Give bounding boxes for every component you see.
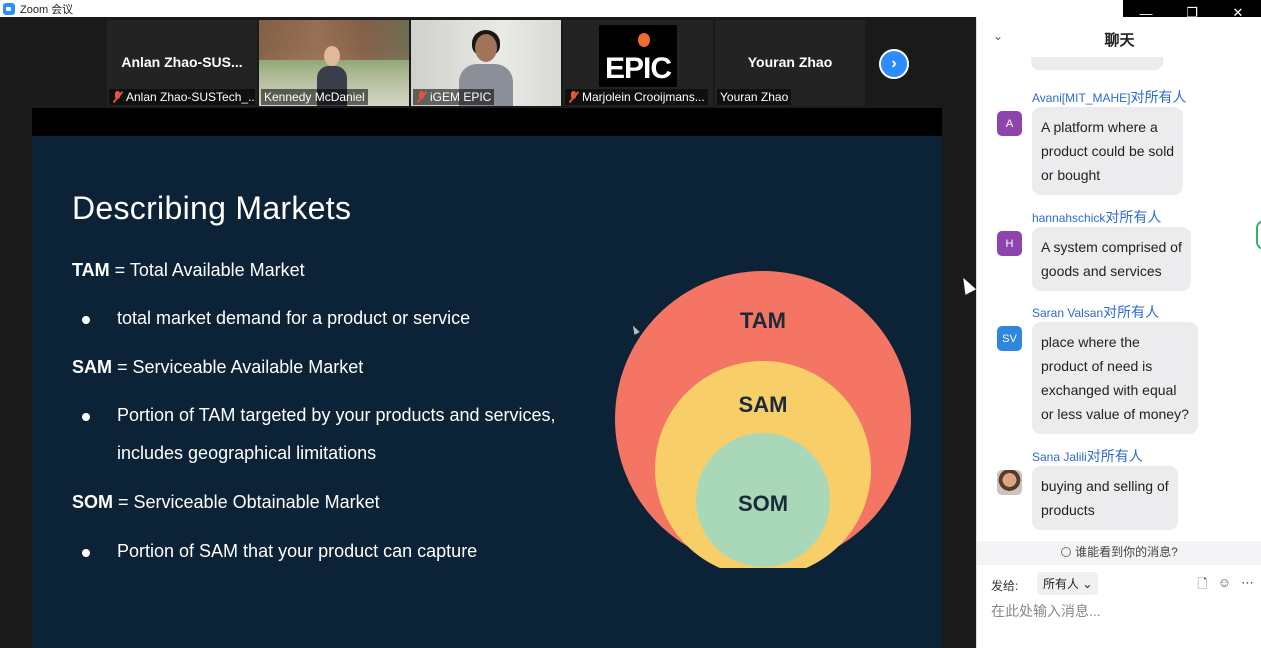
participant-big-name: Youran Zhao [747, 54, 833, 70]
send-to-label: 发给: [991, 579, 1019, 593]
more-icon[interactable]: ⋯ [1241, 575, 1254, 597]
window-titlebar: Zoom 会议 [0, 0, 1261, 17]
chat-header: ⌄ 聊天 [977, 17, 1261, 57]
message-bubble: buying and selling of products [1032, 466, 1178, 530]
slide-title: Describing Markets [72, 190, 352, 226]
who-can-see-link[interactable]: 谁能看到你的消息? [977, 541, 1261, 565]
next-participants-button[interactable]: › [879, 49, 909, 79]
participant-name: Marjolein Crooijmans... [582, 90, 705, 104]
sam-bullet-line-2: includes geographical limitations [117, 443, 377, 463]
zoom-app-icon [3, 2, 15, 15]
emoji-icon[interactable]: ☺ [1218, 575, 1231, 597]
file-icon[interactable]: 🗋 [1197, 575, 1207, 597]
avatar: SV [997, 326, 1022, 351]
floating-edge-tab[interactable] [1256, 220, 1261, 250]
mic-muted-icon [416, 91, 427, 103]
epic-logo: EPIC [599, 25, 677, 87]
chat-message-input[interactable]: 在此处输入消息... [991, 601, 1251, 621]
message-sender: Sana Jalili对所有人 [1032, 448, 1143, 464]
participant-name: Youran Zhao [720, 90, 789, 104]
avatar: A [997, 111, 1022, 136]
lightbulb-icon [638, 33, 650, 47]
som-bullet: Portion of SAM that your product can cap… [117, 541, 478, 561]
bullet-dot [82, 413, 90, 421]
chat-compose: 发给: 所有人 ⌄ 🗋 ☺ ⋯ 在此处输入消息... [977, 565, 1261, 648]
meeting-video-area: Anlan Zhao-SUS... Anlan Zhao-SUSTech_...… [0, 17, 976, 648]
sam-label: SAM [739, 392, 788, 417]
chat-panel: ⌄ 聊天 Avani[MIT_MAHE]对所有人 A A platform wh… [976, 17, 1261, 648]
participant-label: Youran Zhao [717, 89, 792, 105]
message-sender: Saran Valsan对所有人 [1032, 304, 1160, 320]
send-to-dropdown[interactable]: 所有人 ⌄ [1037, 572, 1099, 595]
som-definition: SOM = Serviceable Obtainable Market [72, 492, 380, 512]
message-sender: hannahschick对所有人 [1032, 209, 1162, 225]
shared-screen-top-bar [32, 108, 942, 136]
avatar [997, 470, 1022, 495]
bullet-dot [82, 549, 90, 557]
avatar: H [997, 231, 1022, 256]
participant-tile-active-speaker[interactable]: Kennedy McDaniel [259, 20, 409, 106]
sam-definition: SAM = Serviceable Available Market [72, 357, 364, 377]
participant-label: Anlan Zhao-SUSTech_... [109, 89, 255, 105]
mic-muted-icon [568, 91, 579, 103]
mic-muted-icon [112, 91, 123, 103]
participant-tile[interactable]: Anlan Zhao-SUS... Anlan Zhao-SUSTech_... [107, 20, 257, 106]
tam-label: TAM [740, 308, 786, 333]
tam-bullet: total market demand for a product or ser… [117, 308, 471, 328]
participant-label: Kennedy McDaniel [261, 89, 368, 105]
participant-big-name: Anlan Zhao-SUS... [121, 54, 243, 70]
shared-slide: Describing Markets TAM = Total Available… [32, 136, 942, 648]
bullet-dot [82, 316, 90, 324]
participant-tile[interactable]: EPIC Marjolein Crooijmans... [563, 20, 713, 106]
participant-strip: Anlan Zhao-SUS... Anlan Zhao-SUSTech_...… [107, 20, 865, 106]
som-label: SOM [738, 491, 788, 516]
chat-messages[interactable]: Avani[MIT_MAHE]对所有人 A A platform where a… [977, 57, 1261, 541]
participant-label: Marjolein Crooijmans... [565, 89, 708, 105]
participant-name: iGEM EPIC [430, 90, 492, 104]
participant-name: Anlan Zhao-SUSTech_... [126, 90, 255, 104]
message-bubble: place where the product of need is excha… [1032, 322, 1198, 434]
participant-label: iGEM EPIC [413, 89, 495, 105]
sam-bullet-line-1: Portion of TAM targeted by your products… [117, 405, 556, 425]
window-title: Zoom 会议 [20, 3, 74, 16]
chat-title: 聊天 [1104, 32, 1135, 49]
participant-name: Kennedy McDaniel [264, 90, 365, 104]
message-bubble: A platform where a product could be sold… [1032, 107, 1184, 195]
participant-tile[interactable]: Youran Zhao Youran Zhao [715, 20, 865, 106]
person-icon [1061, 547, 1072, 557]
message-bubble: A system comprised of goods and services [1032, 227, 1191, 291]
previous-message-bubble [1031, 57, 1163, 70]
compose-icons: 🗋 ☺ ⋯ [1197, 575, 1254, 597]
tam-sam-som-diagram: TAM SAM SOM [615, 271, 911, 568]
tam-definition: TAM = Total Available Market [72, 260, 305, 280]
epic-logo-text: EPIC [604, 52, 672, 85]
participant-tile[interactable]: iGEM EPIC [411, 20, 561, 106]
message-sender: Avani[MIT_MAHE]对所有人 [1032, 89, 1187, 105]
